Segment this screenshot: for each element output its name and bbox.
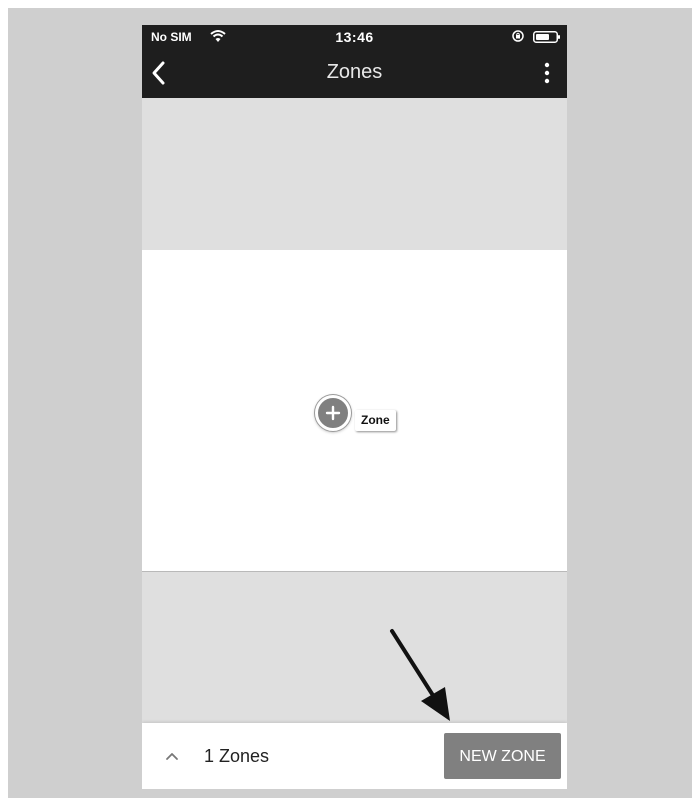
more-vertical-icon[interactable]: [540, 61, 554, 85]
zone-marker[interactable]: [315, 395, 351, 431]
chevron-up-icon[interactable]: [164, 748, 180, 764]
new-zone-button[interactable]: NEW ZONE: [444, 733, 561, 779]
status-time: 13:46: [335, 29, 374, 45]
map-shaded-area-bottom[interactable]: [142, 572, 567, 723]
status-bar: No SIM 13:46: [142, 25, 567, 49]
zones-count: 1 Zones: [204, 746, 270, 766]
annotation-arrow: [390, 629, 450, 721]
bottom-bar: 1 Zones NEW ZONE: [142, 723, 567, 789]
orientation-lock-icon: [512, 30, 524, 42]
battery-icon: [533, 31, 560, 43]
page-title: Zones: [326, 61, 383, 83]
zone-marker-label[interactable]: Zone: [355, 410, 396, 431]
phone-screen: No SIM 13:46 Zones Zone 1 Zones NEW ZONE: [142, 25, 567, 789]
navigation-bar: Zones: [142, 49, 567, 98]
plus-icon: [325, 405, 341, 421]
map-shaded-area-top[interactable]: [142, 98, 567, 250]
